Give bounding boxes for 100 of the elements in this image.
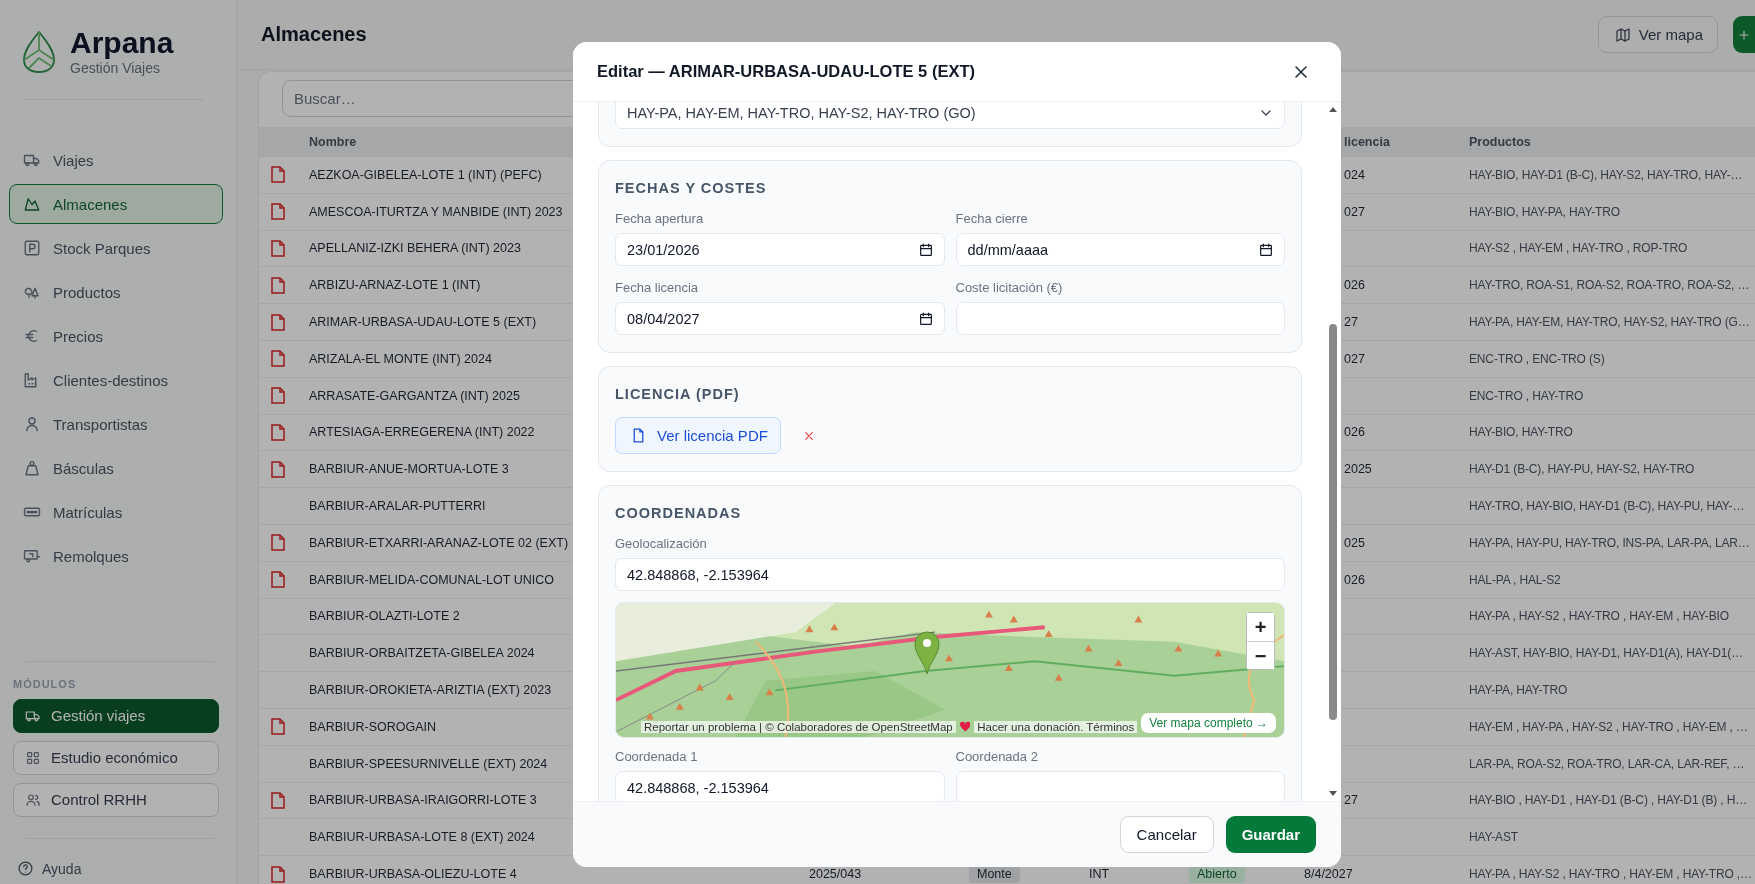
nav-item[interactable]: Clientes-destinos xyxy=(9,360,223,400)
table-cell-text: BARBIUR-ARALAR-PUTTERRI xyxy=(308,499,486,514)
table-cell-text: BARBIUR-ANUE-MORTUA-LOTE 3 xyxy=(308,462,509,477)
trailer-icon xyxy=(23,547,41,565)
add-button[interactable] xyxy=(1733,16,1755,53)
full-map-link[interactable]: Ver mapa completo → xyxy=(1141,713,1276,733)
grid-icon xyxy=(25,749,41,766)
weight-icon xyxy=(23,459,41,477)
table-cell-text: BARBIUR-URBASA-LOTE 8 (EXT) 2024 xyxy=(308,830,535,845)
file-icon[interactable] xyxy=(271,203,285,221)
module-button[interactable]: Estudio económico xyxy=(13,740,219,775)
table-cell-text: ENC-TRO , ENC-TRO (S) xyxy=(1468,351,1605,366)
nav-item[interactable]: Almacenes xyxy=(9,184,223,224)
file-icon[interactable] xyxy=(271,240,285,257)
nav-item[interactable]: Stock Parques xyxy=(9,228,223,268)
nav-item[interactable]: Precios xyxy=(9,316,223,356)
input-field[interactable] xyxy=(955,771,1285,801)
table-cell: 27 xyxy=(1344,793,1358,808)
section-title: FECHAS Y COSTES xyxy=(615,179,768,197)
input-field[interactable] xyxy=(955,302,1285,335)
section-title: COORDENADAS xyxy=(615,504,743,522)
field-label: Fecha licencia xyxy=(615,280,700,296)
help-link[interactable]: Ayuda xyxy=(17,858,219,879)
map-button[interactable]: Ver mapa xyxy=(1597,16,1718,53)
module-button[interactable]: Control RRHH xyxy=(13,782,219,817)
table-cell: 27 xyxy=(1344,315,1358,330)
file-icon[interactable] xyxy=(271,718,285,736)
table-cell-text: ARIMAR-URBASA-UDAU-LOTE 5 (EXT) xyxy=(308,315,537,330)
date-field[interactable]: 23/01/2026 xyxy=(615,233,945,266)
table-cell-text: HAY-TRO, HAY-BIO, HAY-D1 (B-C), HAY-PU, HAY-… xyxy=(1468,499,1745,514)
map-attribution: Reportar un problema | © Colaboradores de OpenStreetMap xyxy=(641,721,956,733)
file-icon[interactable] xyxy=(271,534,285,552)
table-cell-text: BARBIUR-ETXARRI-ARANAZ-LOTE 02 (EXT) xyxy=(308,535,569,550)
file-icon[interactable] xyxy=(271,350,285,368)
file-icon[interactable] xyxy=(271,460,285,478)
nav-item[interactable]: Productos xyxy=(9,272,223,312)
table-cell: 8/4/2027 xyxy=(1304,867,1353,882)
field-label: Coordenada 2 xyxy=(955,749,1039,765)
field-label: Fecha apertura xyxy=(615,211,705,227)
table-cell-text: BARBIUR-SOROGAIN xyxy=(308,719,437,734)
table-cell-text: BARBIUR-OLAZTI-LOTE 2 xyxy=(308,609,460,624)
cancel-button[interactable]: Cancelar xyxy=(1119,816,1214,853)
field-label: Fecha cierre xyxy=(955,211,1029,227)
column-header[interactable]: Nombre xyxy=(299,134,357,149)
zoom-out-button[interactable]: − xyxy=(1247,641,1274,669)
table-cell-text: HAL-PA , HAL-S2 xyxy=(1468,572,1561,587)
module-button[interactable]: Gestión viajes xyxy=(13,698,219,733)
view-pdf-button[interactable]: Ver licencia PDF xyxy=(615,417,781,454)
table-cell-text: HAY-D1 (B-C), HAY-PU, HAY-S2, HAY-TRO xyxy=(1468,462,1695,477)
column-header[interactable]: Productos xyxy=(1459,134,1531,149)
nav-item[interactable]: Viajes xyxy=(9,140,223,180)
input-field[interactable]: 42.848868, -2.153964 xyxy=(615,558,1285,591)
file-icon[interactable] xyxy=(271,571,285,589)
file-icon[interactable] xyxy=(271,791,285,809)
table-cell-text: HAY-PA , HAY-S2 , HAY-TRO , HAY-EM , HAY-TRO ,… xyxy=(1468,867,1752,882)
table-cell: 2025/043 xyxy=(809,867,862,882)
nav-item[interactable]: Remolques xyxy=(9,536,223,576)
field-label: Coste licitación (€) xyxy=(955,280,1064,296)
heart-icon xyxy=(959,721,971,733)
page-title: Almacenes xyxy=(261,23,368,46)
table-cell-text: APELLANIZ-IZKI BEHERA (INT) 2023 xyxy=(308,241,521,256)
save-button[interactable]: Guardar xyxy=(1225,816,1316,853)
file-icon[interactable] xyxy=(271,423,285,441)
nav-item[interactable]: Matrículas xyxy=(9,492,223,532)
table-cell-text: ARTESIAGA-ERREGERENA (INT) 2022 xyxy=(308,425,535,440)
table-cell: 026 xyxy=(1344,425,1365,440)
table-cell-text: ARRASATE-GARGANTZA (INT) 2025 xyxy=(308,388,520,403)
table-cell-text: ARBIZU-ARNAZ-LOTE 1 (INT) xyxy=(308,278,481,293)
help-icon xyxy=(17,860,34,878)
file-icon[interactable] xyxy=(271,313,285,331)
nav-item[interactable]: Básculas xyxy=(9,448,223,488)
nav-item[interactable]: Transportistas xyxy=(9,404,223,444)
table-cell: 2025 xyxy=(1344,462,1372,477)
users-icon xyxy=(25,791,41,808)
table-cell-text: AMESCOA-ITURTZA Y MANBIDE (INT) 2023 xyxy=(308,204,563,219)
table-cell: 026 xyxy=(1344,572,1365,587)
file-icon[interactable] xyxy=(271,276,285,294)
calendar-icon xyxy=(917,310,934,327)
map[interactable]: + − Reportar un problema | © Colaboradores de OpenStreetMap Hacer una donación. Términos Ver mapa completo → xyxy=(615,602,1285,738)
date-field[interactable]: 08/04/2027 xyxy=(615,302,945,335)
table-cell: 026 xyxy=(1344,278,1365,293)
field-label: Coordenada 1 xyxy=(615,749,699,765)
dialog-title: Editar — ARIMAR-URBASA-UDAU-LOTE 5 (EXT) xyxy=(597,62,976,81)
table-cell: 027 xyxy=(1344,351,1365,366)
date-field[interactable]: dd/mm/aaaa xyxy=(955,233,1285,266)
file-icon[interactable] xyxy=(271,865,285,883)
table-cell-text: HAY-BIO , HAY-D1 , HAY-D1 (B-C) , HAY-D1 (B) , H… xyxy=(1468,793,1748,808)
table-cell-text: HAY-S2 , HAY-EM , HAY-TRO , ROP-TRO xyxy=(1468,241,1688,256)
table-cell-text: HAY-TRO, ROA-S1, ROA-S2, ROA-TRO, ROA-S2, … xyxy=(1468,278,1750,293)
file-icon[interactable] xyxy=(271,387,285,405)
table-cell-text: HAY-PA, HAY-PU, HAY-TRO, INS-PA, LAR-PA, LAR… xyxy=(1468,535,1750,550)
table-cell-text: BARBIUR-ORBAITZETA-GIBELEA 2024 xyxy=(308,646,535,661)
products-select[interactable]: HAY-PA, HAY-EM, HAY-TRO, HAY-S2, HAY-TRO (GO) xyxy=(615,102,1285,129)
input-field[interactable]: 42.848868, -2.153964 xyxy=(615,771,945,801)
file-icon[interactable] xyxy=(271,166,285,184)
map-attribution: Hacer una donación. Términos xyxy=(974,721,1138,733)
field-label: Geolocalización xyxy=(615,536,708,552)
table-cell-text: AEZKOA-GIBELEA-LOTE 1 (INT) (PEFC) xyxy=(308,167,542,182)
logo-icon xyxy=(21,29,57,74)
plus-icon xyxy=(1737,27,1751,42)
